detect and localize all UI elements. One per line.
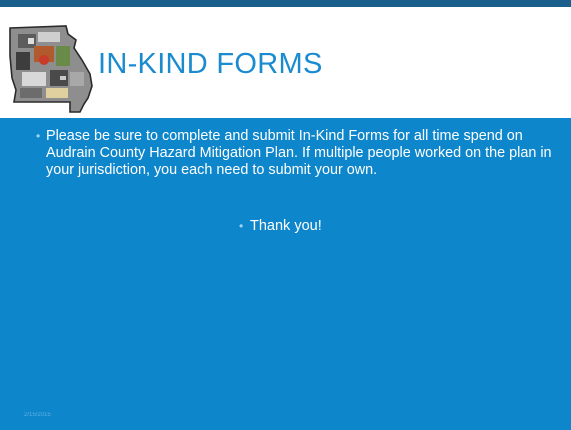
slide-date-footer: 2/15/2015 xyxy=(24,412,51,418)
top-accent-bar xyxy=(0,0,571,7)
bullet-item-2: • Thank you! xyxy=(239,218,322,235)
bullet-text-thank-you: Thank you! xyxy=(250,218,322,234)
slide-title: IN-KIND FORMS xyxy=(98,48,323,80)
slide: IN-KIND FORMS • Please be sure to comple… xyxy=(0,0,571,430)
bullet-item-1: • Please be sure to complete and submit … xyxy=(36,128,554,179)
bullet-text-instructions: Please be sure to complete and submit In… xyxy=(46,128,552,178)
bullet-dot-icon: • xyxy=(239,219,244,233)
bullet-dot-icon: • xyxy=(36,129,41,143)
missouri-map-logo-icon xyxy=(9,25,93,113)
